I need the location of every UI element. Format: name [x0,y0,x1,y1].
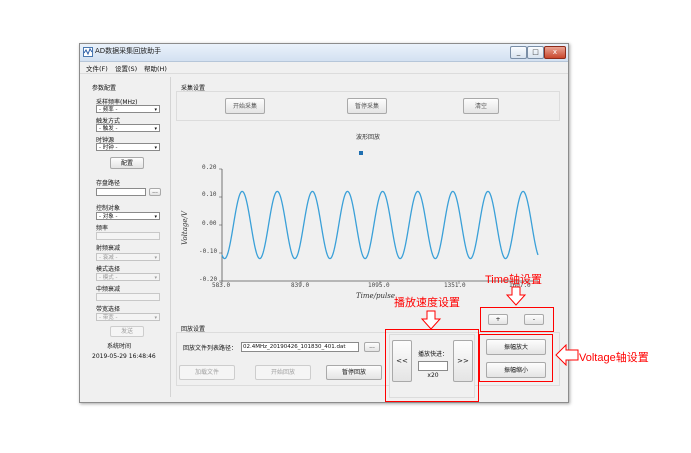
amplitude-increase-button[interactable]: 振幅放大 [486,339,546,355]
save-path-input[interactable] [96,188,146,196]
params-panel: 参数配置 采样频率(MHz) - 频率 - ▾ 触发方式 - 触发 - ▾ 时钟源 … [80,75,167,402]
chart-axes [221,169,538,282]
send-button[interactable]: 发送 [110,326,144,337]
frequency-label: 频率 [96,225,109,232]
speed-value: x20 [427,372,439,379]
playback-file-value: 02.4MHz_20190426_101830_401.dat [243,344,346,350]
window-title: AD数据采集回放助手 [95,47,162,55]
playback-file-input[interactable]: 02.4MHz_20190426_101830_401.dat [241,342,359,352]
frequency-input[interactable] [96,232,160,240]
x-axis-label: Time/pulse [356,292,396,300]
menu-bar: 文件(F) 设置(S) 帮助(H) [80,62,568,74]
maximize-button[interactable]: □ [527,46,544,59]
bandwidth-value: - 带宽 - [99,315,118,321]
save-path-browse-button[interactable]: ... [149,188,161,196]
chevron-down-icon: ▾ [154,315,157,321]
title-bar: AD数据采集回放助手 _ □ x [80,44,568,62]
maximize-icon: □ [532,48,539,56]
chevron-down-icon: ▾ [154,255,157,261]
load-file-button[interactable]: 加载文件 [179,365,235,380]
x-tick-label: 839.0 [291,282,310,289]
rf-attenuation-select[interactable]: - 衰减 - ▾ [96,253,160,261]
close-icon: x [552,48,558,56]
sample-rate-value: - 频率 - [99,107,118,113]
down-arrow-icon [420,310,442,330]
chevron-down-icon: ▾ [154,275,157,281]
mode-select[interactable]: - 模式 - ▾ [96,273,160,281]
speed-label: 播放快进： [418,351,449,358]
y-axis-label: Voltage/V [180,211,189,245]
bandwidth-select[interactable]: - 带宽 - ▾ [96,313,160,321]
speed-faster-button[interactable]: >> [453,340,473,382]
down-arrow-icon [505,286,527,306]
time-axis-annotation: Time轴设置 [485,274,543,286]
app-icon [83,47,93,57]
config-button[interactable]: 配置 [110,157,144,169]
control-target-label: 控制对象 [96,205,121,212]
pause-playback-button[interactable]: 暂停回放 [326,365,382,380]
y-tick-label: 0.20 [202,164,217,171]
minimize-button[interactable]: _ [510,46,527,59]
speed-value-input[interactable]: x20 [418,361,448,379]
chevron-down-icon: ▾ [154,107,157,113]
pause-capture-button[interactable]: 暂停采集 [347,98,387,114]
clear-button[interactable]: 清空 [463,98,499,114]
start-playback-button[interactable]: 开始回放 [255,365,311,380]
y-tick-label: 0.00 [202,220,217,227]
trigger-select[interactable]: - 触发 - ▾ [96,124,160,132]
panel-divider [170,77,171,397]
if-attenuation-label: 中频衰减 [96,286,121,293]
left-arrow-icon [555,344,579,366]
speed-annotation: 播放速度设置 [394,297,460,309]
amplitude-decrease-button[interactable]: 振幅缩小 [486,362,546,378]
time-zoom-in-button[interactable]: + [488,314,508,325]
control-target-select[interactable]: - 对象 - ▾ [96,212,160,220]
chevron-down-icon: ▾ [154,126,157,132]
if-attenuation-input[interactable] [96,293,160,301]
close-button[interactable]: x [544,46,566,59]
clock-select[interactable]: - 时钟 - ▾ [96,143,160,151]
bandwidth-label: 带宽选择 [96,306,121,313]
system-time-label: 系统时间 [107,343,132,350]
menu-help[interactable]: 帮助(H) [144,63,167,73]
menu-settings[interactable]: 设置(S) [115,63,137,73]
save-path-label: 存盘路径 [96,180,121,187]
voltage-axis-annotation: Voltage轴设置 [579,352,649,364]
rf-attenuation-value: - 衰减 - [99,255,118,261]
rf-attenuation-label: 射频衰减 [96,245,121,252]
waveform-series-line [221,190,539,260]
system-time-value: 2019-05-29 16:48:46 [92,353,156,360]
sample-rate-select[interactable]: - 频率 - ▾ [96,105,160,113]
mode-value: - 模式 - [99,275,118,281]
speed-slower-button[interactable]: << [392,340,412,382]
minimize-icon: _ [516,48,521,56]
y-tick-label: -0.10 [199,248,218,255]
x-tick-label: 1351.0 [444,282,466,289]
control-target-value: - 对象 - [99,214,118,220]
x-tick-label: 1095.0 [368,282,390,289]
playback-browse-button[interactable]: ... [364,342,380,352]
speed-group: << 播放快进： x20 >> [389,334,475,398]
menu-file[interactable]: 文件(F) [86,63,108,73]
params-title: 参数配置 [92,85,117,92]
chevron-down-icon: ▾ [154,214,157,220]
y-tick-label: 0.10 [202,191,217,198]
chevron-down-icon: ▾ [154,145,157,151]
mode-label: 模式选择 [96,266,121,273]
trigger-value: - 触发 - [99,126,118,132]
time-zoom-out-button[interactable]: - [524,314,544,325]
x-tick-label: 583.0 [212,282,231,289]
playback-file-label: 回放文件列表路径： [183,345,238,352]
capture-group: 开始采集 暂停采集 清空 [176,91,560,121]
start-capture-button[interactable]: 开始采集 [225,98,265,114]
clock-value: - 时钟 - [99,145,118,151]
